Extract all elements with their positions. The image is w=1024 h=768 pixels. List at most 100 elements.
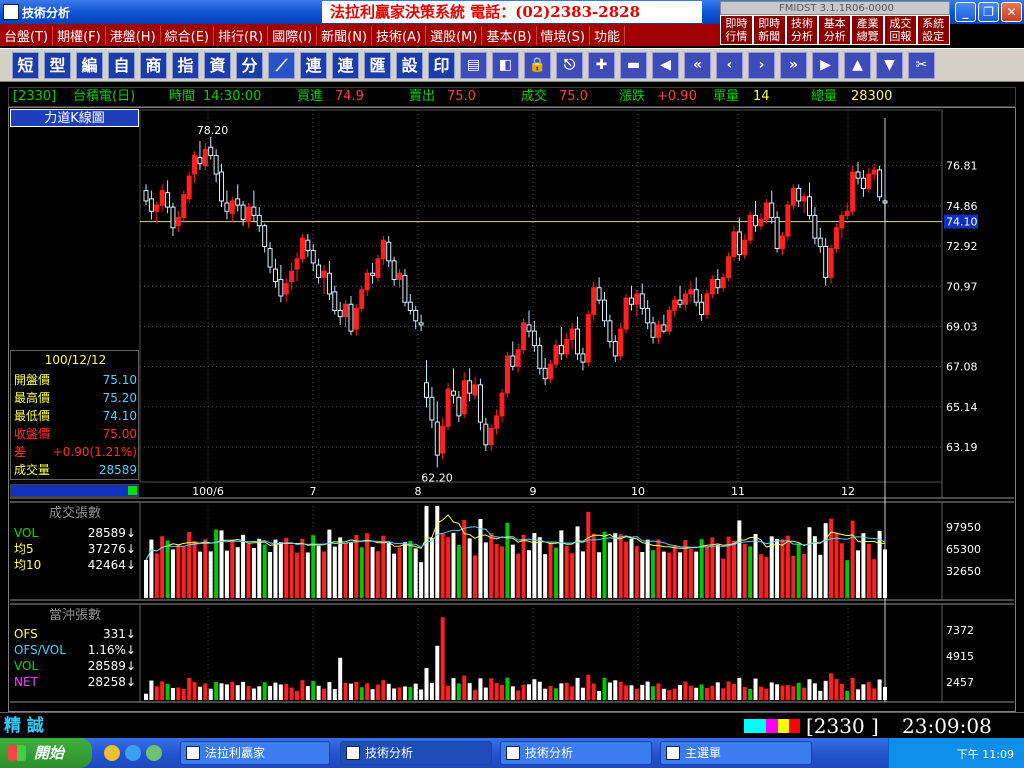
status-clock: 23:09:08 — [902, 714, 992, 738]
candle-body — [488, 427, 494, 446]
ofs-bar — [661, 688, 666, 700]
ofs-bar — [861, 684, 866, 700]
low-price-label: 62.20 — [421, 472, 453, 485]
candle-body — [213, 154, 219, 175]
vol-ma10-line — [145, 526, 886, 561]
ofs-bar — [419, 689, 424, 700]
candle-body — [736, 231, 742, 256]
ofs-bar — [176, 687, 181, 700]
candle-body — [294, 258, 300, 270]
candle-body — [612, 340, 618, 357]
volume-bar — [737, 520, 742, 598]
ofs-bar — [737, 677, 742, 700]
volume-bar — [877, 530, 882, 598]
status-stock-code[interactable]: [2330 ] — [806, 715, 879, 737]
candle-body — [769, 202, 775, 218]
candle-body — [634, 293, 640, 305]
ofs-bar — [230, 681, 235, 700]
ofs-bar — [726, 681, 731, 700]
volume-bar — [796, 543, 801, 598]
volume-bar — [489, 533, 494, 598]
volume-bar — [370, 547, 375, 598]
candle-body — [542, 367, 548, 380]
volume-bar — [661, 551, 666, 598]
ofs-bar — [683, 681, 688, 700]
price-tick-label: 74.86 — [946, 200, 978, 213]
explorer-icon[interactable] — [146, 745, 162, 761]
ofs-bar — [224, 684, 229, 700]
volume-bar — [678, 552, 683, 598]
candle-body — [823, 245, 829, 278]
ofs-bar — [834, 679, 839, 700]
volume-bar — [144, 560, 148, 598]
ofs-tick-label: 2457 — [946, 676, 974, 689]
ofs-bar — [251, 688, 256, 700]
volume-bar — [785, 535, 790, 598]
ohlc-value: 28589 — [98, 463, 137, 477]
ohlc-value: 75.10 — [102, 373, 137, 387]
candle-body — [219, 171, 225, 202]
candle-body — [866, 173, 872, 190]
candle-body — [796, 188, 802, 202]
candle-body — [510, 355, 516, 367]
volume-bar — [807, 527, 812, 598]
candle-body — [202, 148, 208, 167]
ofs-bar — [753, 678, 758, 700]
ofs-bar — [607, 682, 612, 700]
ofs-bar — [688, 685, 693, 700]
vol-legend-label: 均5 — [14, 542, 34, 556]
candle-body — [305, 239, 311, 252]
candle-body — [256, 214, 262, 227]
candle-body — [159, 190, 165, 206]
volume-bar — [424, 506, 429, 598]
x-tick-label: 100/6 — [192, 485, 224, 498]
candle-body — [699, 301, 705, 316]
ofs-bar — [559, 683, 564, 700]
ofs-legend-label: NET — [14, 675, 39, 689]
ofs-bar — [597, 690, 602, 700]
candle-body — [515, 349, 521, 367]
candle-body — [402, 274, 408, 303]
ofs-bar — [818, 690, 823, 700]
ofs-bar — [704, 688, 709, 700]
taskbar-item-ferrari[interactable]: 法拉利贏家 — [180, 741, 330, 765]
volume-bar — [780, 539, 785, 598]
vol-ma5-line — [145, 514, 886, 561]
candle-body — [299, 237, 305, 260]
ohlc-label: 差 — [14, 445, 27, 459]
taskbar-item-tech1[interactable]: 技術分析 — [340, 741, 492, 765]
candle-body — [526, 324, 532, 332]
ofs-bar — [758, 686, 763, 700]
taskbar-item-main[interactable]: 主選單 — [660, 741, 812, 765]
volume-bar — [500, 546, 505, 598]
technical-chart[interactable]: 76.81 74.86 72.92 70.97 69.03 67.08 65.14 63.19… — [0, 0, 1024, 768]
media-icon[interactable] — [104, 745, 120, 761]
candle-body — [186, 175, 192, 200]
volume-bar — [251, 548, 256, 598]
ie-icon[interactable] — [125, 745, 141, 761]
volume-bar — [354, 535, 359, 598]
status-mode-label: 精 誠 — [4, 716, 44, 736]
candle-body — [602, 299, 608, 322]
taskbar-item-tech2[interactable]: 技術分析 — [500, 741, 652, 765]
volume-bar — [715, 544, 720, 598]
ofs-bar — [235, 685, 240, 700]
start-button[interactable]: 開始 — [0, 738, 92, 768]
price-tick-label: 72.92 — [946, 240, 978, 253]
volume-bar — [284, 537, 289, 598]
candle-body — [677, 299, 683, 305]
candle-body — [181, 194, 187, 218]
app-chart-icon — [506, 746, 520, 760]
ohlc-value: 75.20 — [102, 391, 137, 405]
volume-bar — [651, 550, 656, 598]
candle-body — [175, 216, 181, 227]
kline-chart-tab[interactable]: 力道K線圖 — [10, 109, 139, 127]
ofs-bar — [721, 688, 726, 700]
volume-bar — [597, 552, 602, 598]
candle-body — [504, 355, 510, 394]
system-tray: 下午 11:09 — [888, 738, 1024, 768]
volume-bar — [699, 539, 704, 598]
ofs-bar — [214, 681, 219, 700]
volume-bar — [230, 539, 235, 598]
ofs-bar — [322, 688, 327, 700]
